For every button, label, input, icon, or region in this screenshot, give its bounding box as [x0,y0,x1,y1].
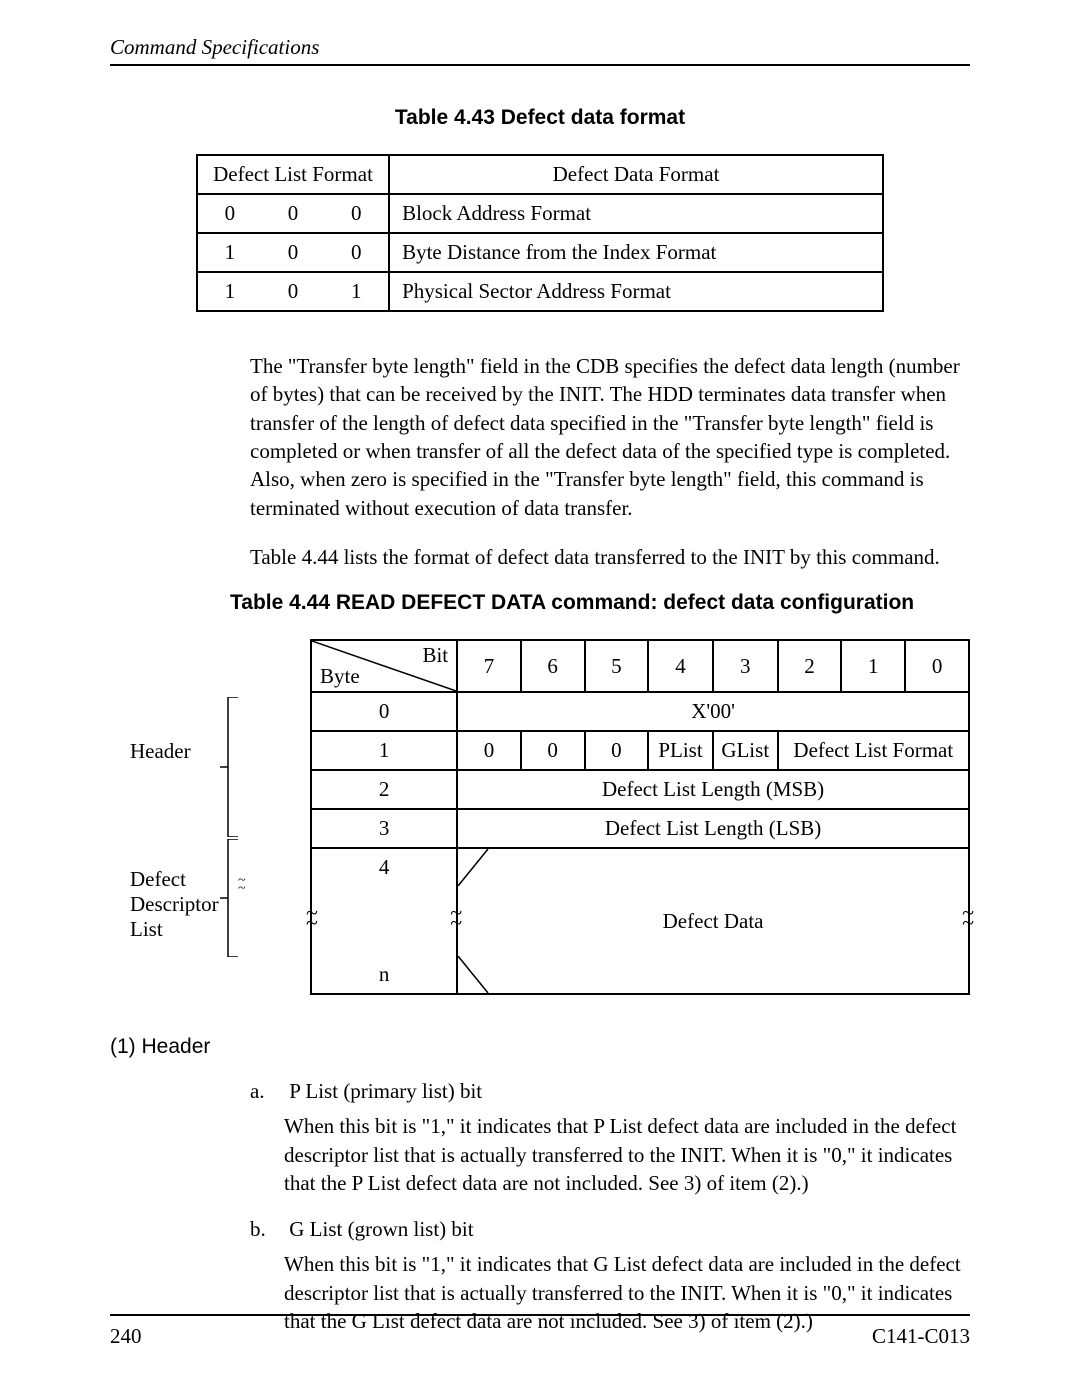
t43-cell: 0 [262,233,325,272]
t44-cell: Defect Data ~~ [457,886,969,956]
byte-num: 3 [311,809,457,848]
table-4-44: Bit Byte 7 6 5 4 3 2 1 0 0 X'00' 1 0 0 0 [310,639,970,995]
t44-cell: 0 [521,731,585,770]
bit-col: 0 [905,640,969,692]
page-header: Command Specifications [110,35,970,66]
byte-num: n [311,956,457,994]
item-body: When this bit is "1," it indicates that … [284,1112,970,1197]
list-item: a. P List (primary list) bit [250,1079,970,1104]
paragraph: The "Transfer byte length" field in the … [250,352,970,522]
table-row: 1 0 0 Byte Distance from the Index Forma… [197,233,883,272]
t43-cell: Block Address Format [389,194,883,233]
header-label: Header [130,739,191,764]
defect-data-label: Defect Data [663,909,764,933]
t43-cell: 1 [197,272,262,311]
byte-num: ~~ ~~ [311,886,457,956]
bracket-icon [220,697,246,837]
bit-label: Bit [422,643,448,668]
t44-cell [457,956,969,994]
t43-cell: 0 [324,194,389,233]
table-row: 4 [311,848,969,886]
table-row: 3 Defect List Length (LSB) [311,809,969,848]
bracket-icon [220,839,246,957]
table-row: 1 0 0 0 PList GList Defect List Format [311,731,969,770]
t44-cell [457,848,969,886]
bit-col: 5 [585,640,649,692]
t43-cell: 0 [262,194,325,233]
item-letter: b. [250,1217,284,1242]
bit-col: 4 [648,640,713,692]
t44-cell: Defect List Length (LSB) [457,809,969,848]
tilde-icon: ~~ [306,908,318,928]
document-id: C141-C013 [872,1324,970,1349]
t43-cell: 0 [262,272,325,311]
table-row: 1 0 1 Physical Sector Address Format [197,272,883,311]
table-row: n [311,956,969,994]
bit-col: 6 [521,640,585,692]
table-row: 2 Defect List Length (MSB) [311,770,969,809]
bit-col: 7 [457,640,521,692]
page-footer: 240 C141-C013 [110,1314,970,1349]
table-row: 0 X'00' [311,692,969,731]
descriptor-label: Defect Descriptor List [130,867,230,942]
page-number: 240 [110,1324,142,1349]
t44-cell: Defect List Format [778,731,969,770]
table-4-44-title: Table 4.44 READ DEFECT DATA command: def… [170,591,970,615]
t44-cell: Defect List Length (MSB) [457,770,969,809]
byte-bit-header: Bit Byte [311,640,457,692]
byte-num: 0 [311,692,457,731]
byte-num: 4 [311,848,457,886]
list-item: b. G List (grown list) bit [250,1217,970,1242]
bit-col: 3 [713,640,778,692]
t44-cell: GList [713,731,778,770]
paragraph: Table 4.44 lists the format of defect da… [250,543,970,571]
t44-cell: 0 [457,731,521,770]
item-letter: a. [250,1079,284,1104]
byte-num: 1 [311,731,457,770]
header-section-title: Command Specifications [110,35,319,60]
t43-cell: 1 [197,233,262,272]
table-4-43: Defect List Format Defect Data Format 0 … [196,154,884,312]
byte-num: 2 [311,770,457,809]
item-title: P List (primary list) bit [289,1079,482,1103]
t44-cell: 0 [585,731,649,770]
table-row: 0 0 0 Block Address Format [197,194,883,233]
table-row: ~~ ~~ Defect Data ~~ [311,886,969,956]
t44-cell: PList [648,731,713,770]
t43-head-right: Defect Data Format [389,155,883,194]
item-title: G List (grown list) bit [289,1217,473,1241]
t43-cell: 1 [324,272,389,311]
t43-head-left: Defect List Format [197,155,389,194]
tilde-icon: ~~ [962,908,974,928]
t43-cell: 0 [324,233,389,272]
byte-label: Byte [320,664,360,689]
t43-cell: 0 [197,194,262,233]
tilde-icon: ~~ [238,877,246,893]
t43-cell: Physical Sector Address Format [389,272,883,311]
section-heading: (1) Header [110,1035,970,1059]
bit-col: 2 [778,640,842,692]
bit-col: 1 [841,640,905,692]
t44-cell: X'00' [457,692,969,731]
t43-cell: Byte Distance from the Index Format [389,233,883,272]
table-4-43-title: Table 4.43 Defect data format [110,106,970,130]
